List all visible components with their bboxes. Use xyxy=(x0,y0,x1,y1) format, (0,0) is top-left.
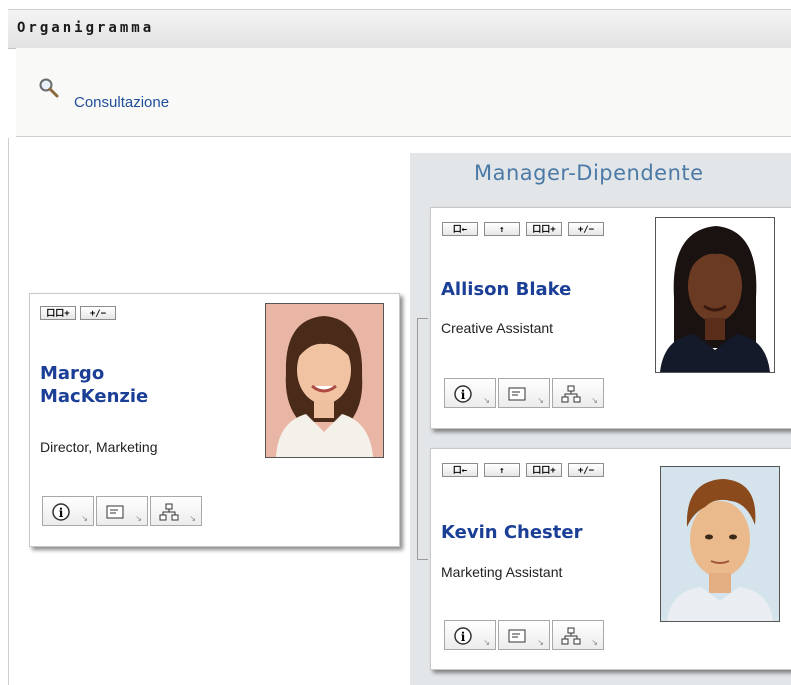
toggle-button[interactable]: +/− xyxy=(568,222,604,236)
organization-chart-portlet: Organigramma Consultazione Manager-Dipen… xyxy=(0,0,791,685)
report-card: 口← ↑ 口口+ +/− Allison Blake Creative Assi… xyxy=(430,207,791,429)
manager-photo xyxy=(265,303,384,458)
info-icon: i xyxy=(454,385,472,403)
manager-actions: i ↘ ↘ ↘ xyxy=(42,496,212,528)
report-photo xyxy=(660,466,780,622)
report-card: 口← ↑ 口口+ +/− Kevin Chester Marketing Ass… xyxy=(430,448,791,670)
hierarchy-connector xyxy=(417,318,428,560)
svg-text:i: i xyxy=(461,630,466,644)
manager-card: 口口+ +/− Margo MacKenzie Director, Market… xyxy=(29,293,400,547)
org-chart-button[interactable]: ↘ xyxy=(552,378,604,408)
toggle-button[interactable]: +/− xyxy=(80,306,116,320)
org-chart-icon xyxy=(159,503,179,521)
consultazione-link[interactable]: Consultazione xyxy=(74,94,169,111)
svg-text:i: i xyxy=(59,506,64,520)
move-up-button[interactable]: ↑ xyxy=(484,222,520,236)
report-name[interactable]: Kevin Chester xyxy=(441,521,582,544)
vcard-button[interactable]: ↘ xyxy=(498,620,550,650)
report-photo xyxy=(655,217,775,373)
manager-name[interactable]: Margo MacKenzie xyxy=(40,362,148,408)
report-actions: i ↘ ↘ ↘ xyxy=(444,620,614,652)
toolbar: Consultazione xyxy=(16,48,791,137)
search-icon[interactable] xyxy=(38,77,60,99)
info-icon: i xyxy=(454,627,472,645)
vcard-icon xyxy=(508,387,526,401)
relationship-title: Manager-Dipendente xyxy=(474,161,704,185)
org-chart-button[interactable]: ↘ xyxy=(552,620,604,650)
manager-name-last[interactable]: MacKenzie xyxy=(40,385,148,408)
left-border xyxy=(8,138,9,685)
report-title: Marketing Assistant xyxy=(441,564,563,580)
toggle-button[interactable]: +/− xyxy=(568,463,604,477)
org-chart-icon xyxy=(561,627,581,645)
report-name[interactable]: Allison Blake xyxy=(441,278,571,301)
report-title: Creative Assistant xyxy=(441,320,554,336)
expand-reports-button[interactable]: 口口+ xyxy=(526,222,562,236)
manager-title: Director, Marketing xyxy=(40,439,158,455)
svg-text:i: i xyxy=(461,388,466,402)
expand-reports-button[interactable]: 口口+ xyxy=(40,306,76,320)
info-icon: i xyxy=(52,503,70,521)
report-actions: i ↘ ↘ ↘ xyxy=(444,378,614,410)
info-button[interactable]: i ↘ xyxy=(444,620,496,650)
vcard-icon xyxy=(508,629,526,643)
manager-name-first[interactable]: Margo xyxy=(40,362,148,385)
info-button[interactable]: i ↘ xyxy=(42,496,94,526)
info-button[interactable]: i ↘ xyxy=(444,378,496,408)
show-manager-button[interactable]: 口← xyxy=(442,463,478,477)
vcard-button[interactable]: ↘ xyxy=(498,378,550,408)
org-chart-button[interactable]: ↘ xyxy=(150,496,202,526)
portlet-title: Organigramma xyxy=(17,20,155,36)
vcard-icon xyxy=(106,505,124,519)
vcard-button[interactable]: ↘ xyxy=(96,496,148,526)
show-manager-button[interactable]: 口← xyxy=(442,222,478,236)
expand-reports-button[interactable]: 口口+ xyxy=(526,463,562,477)
portlet-titlebar: Organigramma xyxy=(8,9,791,49)
move-up-button[interactable]: ↑ xyxy=(484,463,520,477)
org-chart-icon xyxy=(561,385,581,403)
